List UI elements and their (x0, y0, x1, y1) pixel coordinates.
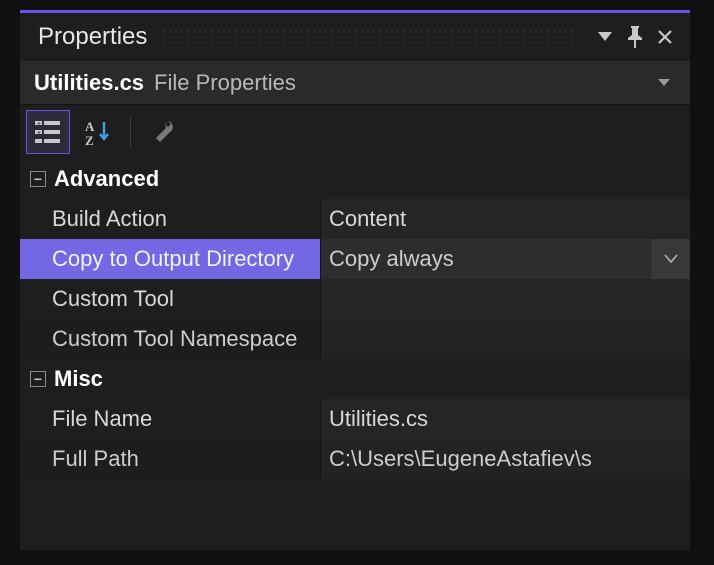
panel-titlebar: Properties (20, 13, 690, 61)
property-row[interactable]: Custom Tool (20, 279, 690, 319)
window-position-button[interactable] (590, 22, 620, 52)
alphabetical-icon: A Z (84, 118, 112, 146)
property-value-text: Utilities.cs (329, 406, 428, 432)
property-name: Custom Tool Namespace (20, 319, 320, 359)
object-filename: Utilities.cs (34, 70, 144, 96)
property-grid: −AdvancedBuild ActionContentCopy to Outp… (20, 159, 690, 479)
property-row[interactable]: Copy to Output Directory Copy always (20, 239, 690, 279)
property-value[interactable] (320, 319, 690, 359)
property-name: File Name (20, 399, 320, 439)
panel-title: Properties (30, 23, 147, 51)
collapse-icon[interactable]: − (30, 371, 46, 387)
collapse-icon[interactable]: − (30, 171, 46, 187)
property-value[interactable]: Content (320, 199, 690, 239)
wrench-icon (149, 118, 177, 146)
property-name: Copy to Output Directory (20, 239, 320, 279)
close-icon (657, 29, 673, 45)
chevron-down-icon (663, 253, 679, 265)
close-button[interactable] (650, 22, 680, 52)
property-row[interactable]: Build Action Content (20, 199, 690, 239)
property-value[interactable] (320, 279, 690, 319)
categorized-icon: + + (34, 118, 62, 146)
categorized-button[interactable]: + + (26, 110, 70, 154)
property-name: Custom Tool (20, 279, 320, 319)
dropdown-solid-icon (658, 79, 670, 87)
property-row[interactable]: File Name Utilities.cs (20, 399, 690, 439)
object-dropdown-button[interactable] (652, 71, 676, 95)
toolbar-separator (130, 115, 131, 149)
alphabetical-button[interactable]: A Z (76, 110, 120, 154)
property-value[interactable]: Utilities.cs (320, 399, 690, 439)
svg-text:+: + (37, 121, 41, 128)
category-header[interactable]: −Advanced (20, 159, 690, 199)
property-value-text: Copy always (329, 246, 454, 272)
property-row[interactable]: Custom Tool Namespace (20, 319, 690, 359)
panel-drag-grip[interactable] (161, 28, 576, 46)
property-pages-button[interactable] (141, 110, 185, 154)
object-selector[interactable]: Utilities.cs File Properties (20, 61, 690, 105)
properties-panel: Properties Utilities.cs File Properties … (20, 10, 690, 550)
pin-button[interactable] (620, 22, 650, 52)
pin-icon (626, 26, 644, 48)
svg-text:A: A (85, 119, 95, 134)
dropdown-solid-icon (598, 32, 612, 42)
svg-text:Z: Z (85, 133, 94, 146)
property-value-text: Content (329, 206, 406, 232)
property-value[interactable]: Copy always (320, 239, 690, 279)
property-row[interactable]: Full Path C:\Users\EugeneAstafiev\s (20, 439, 690, 479)
property-value-text: C:\Users\EugeneAstafiev\s (329, 446, 592, 472)
object-type: File Properties (154, 70, 652, 96)
value-dropdown-button[interactable] (650, 239, 690, 279)
category-header[interactable]: −Misc (20, 359, 690, 399)
svg-text:+: + (37, 130, 41, 137)
property-name: Full Path (20, 439, 320, 479)
category-label: Advanced (54, 166, 159, 192)
property-value[interactable]: C:\Users\EugeneAstafiev\s (320, 439, 690, 479)
properties-toolbar: + + A Z (20, 105, 690, 159)
property-name: Build Action (20, 199, 320, 239)
category-label: Misc (54, 366, 103, 392)
